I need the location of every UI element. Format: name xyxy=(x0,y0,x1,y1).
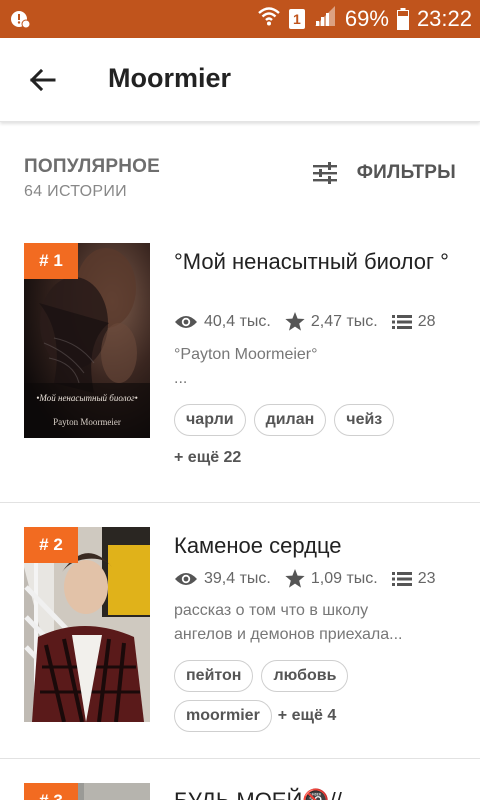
parts-stat: 28 xyxy=(391,312,436,331)
story-title[interactable]: °Мой ненасытный биолог ° xyxy=(174,248,458,276)
reads-stat: 39,4 тыс. xyxy=(174,570,271,588)
story-stats: 39,4 тыс. 1,09 тыс. 23 xyxy=(174,569,450,588)
votes-count: 2,47 тыс. xyxy=(310,312,378,330)
story-item[interactable]: •Мой ненасытный биолог• Payton Moormeier… xyxy=(0,222,480,503)
story-description: рассказ о том что в школу ангелов и демо… xyxy=(174,599,450,647)
description-line: рассказ о том что в школу xyxy=(174,602,369,619)
tag-chip[interactable]: дилан xyxy=(253,404,327,436)
eye-icon xyxy=(175,315,197,328)
notification-icon xyxy=(10,9,31,29)
reads-count: 40,4 тыс. xyxy=(204,312,271,330)
rank-badge: # 2 xyxy=(24,527,78,563)
story-cover[interactable]: # 2 xyxy=(24,527,150,722)
rank-badge: # 1 xyxy=(24,243,78,279)
votes-count: 1,09 тыс. xyxy=(310,569,378,587)
tag-list: пейтон любовь moormier + ещё 4 xyxy=(174,660,434,732)
cover-title: •Мой ненасытный биолог• xyxy=(36,393,138,403)
tag-chip[interactable]: чейз xyxy=(334,404,395,436)
status-bar: 1 69% 23:22 xyxy=(0,0,480,38)
votes-stat: 2,47 тыс. xyxy=(285,312,378,331)
parts-stat: 23 xyxy=(391,569,436,588)
battery-icon xyxy=(396,8,409,30)
tag-chip[interactable]: любовь xyxy=(261,660,349,692)
tag-chip[interactable]: moormier xyxy=(174,700,272,732)
star-icon xyxy=(285,569,305,588)
app-bar: Moormier xyxy=(0,38,480,122)
story-title[interactable]: БУДЬ МОЕЙ🔞// xyxy=(174,787,458,800)
tag-list: чарли дилан чейз xyxy=(174,404,460,436)
more-tags[interactable]: + ещё 22 xyxy=(174,449,241,467)
story-item[interactable]: # 3 БУДЬ МОЕЙ🔞// xyxy=(0,759,480,800)
story-stats: 40,4 тыс. 2,47 тыс. 28 xyxy=(174,312,450,331)
cover-author: Payton Moormeier xyxy=(53,417,121,427)
sort-label[interactable]: ПОПУЛЯРНОЕ xyxy=(24,156,160,178)
wifi-icon xyxy=(257,5,281,33)
more-tags[interactable]: + ещё 4 xyxy=(278,707,336,725)
list-header: ПОПУЛЯРНОЕ 64 ИСТОРИИ ФИЛЬТРЫ xyxy=(0,122,480,222)
arrow-left-icon xyxy=(29,68,56,92)
story-description: °Payton Moormeier° ... xyxy=(174,343,450,391)
filter-button[interactable]: ФИЛЬТРЫ xyxy=(312,162,456,184)
story-cover[interactable]: •Мой ненасытный биолог• Payton Moormeier… xyxy=(24,243,150,438)
list-icon xyxy=(391,314,412,329)
votes-stat: 1,09 тыс. xyxy=(285,569,378,588)
signal-icon xyxy=(313,5,337,33)
parts-count: 28 xyxy=(417,312,436,330)
clock: 23:22 xyxy=(416,6,472,31)
star-icon xyxy=(285,312,305,331)
reads-count: 39,4 тыс. xyxy=(204,569,271,587)
tag-chip[interactable]: пейтон xyxy=(174,660,254,692)
story-title[interactable]: Каменое сердце xyxy=(174,532,458,560)
battery-percent: 69% xyxy=(344,6,389,31)
tag-chip[interactable]: чарли xyxy=(174,404,246,436)
list-icon xyxy=(391,571,412,586)
parts-count: 23 xyxy=(417,569,436,587)
sim-icon: 1 xyxy=(288,9,305,29)
eye-icon xyxy=(175,572,197,585)
page-title: Moormier xyxy=(108,63,232,93)
description-line: ... xyxy=(174,370,188,387)
rank-badge: # 3 xyxy=(24,783,78,800)
story-cover[interactable]: # 3 xyxy=(24,783,150,800)
filter-label: ФИЛЬТРЫ xyxy=(356,162,456,183)
back-button[interactable] xyxy=(22,62,62,98)
filter-sliders-icon xyxy=(312,162,337,184)
description-line: °Payton Moormeier° xyxy=(174,346,318,363)
story-count: 64 ИСТОРИИ xyxy=(24,183,127,200)
reads-stat: 40,4 тыс. xyxy=(174,313,271,331)
story-item[interactable]: # 2 Каменое сердце 39,4 тыс. 1,09 тыс. 2… xyxy=(0,503,480,759)
description-line: ангелов и демонов приехала... xyxy=(174,626,403,643)
